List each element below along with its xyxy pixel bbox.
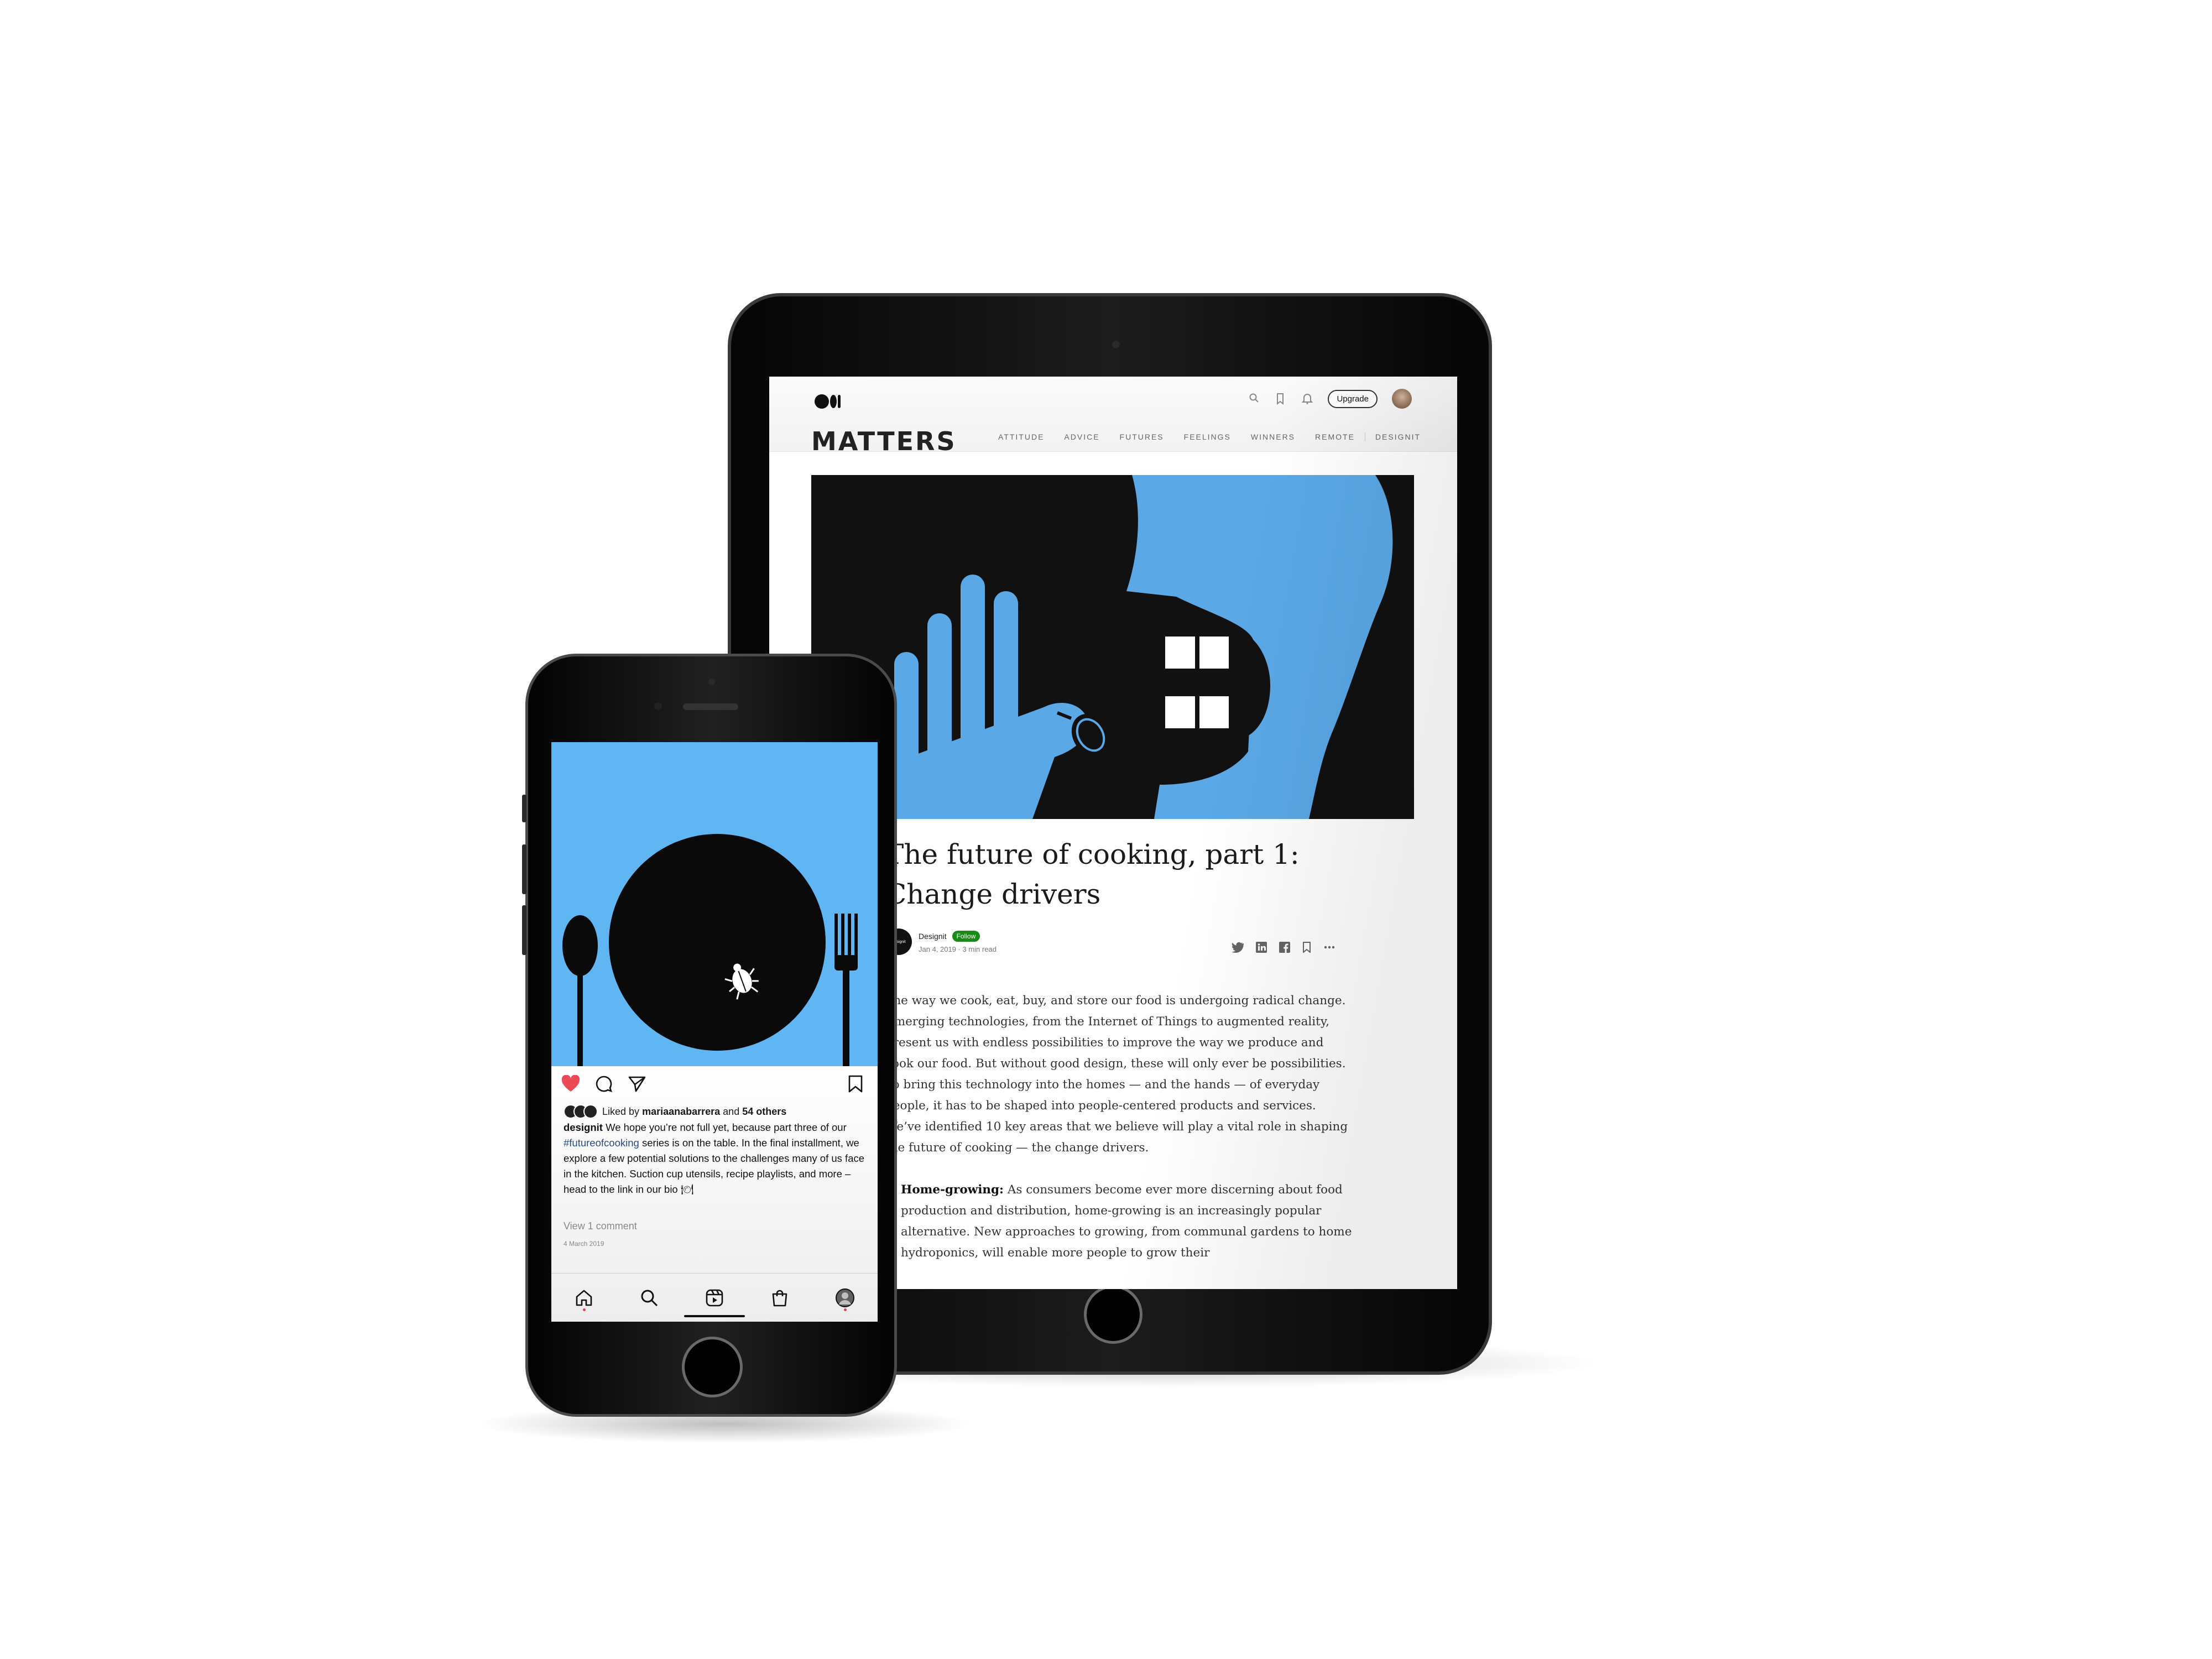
- tablet-camera: [1112, 341, 1120, 348]
- view-comments-link[interactable]: View 1 comment: [564, 1220, 637, 1232]
- article-body: The way we cook, eat, buy, and store our…: [885, 990, 1355, 1264]
- comment-icon[interactable]: [594, 1075, 613, 1095]
- medium-header-actions: Upgrade: [1248, 389, 1412, 409]
- bottom-nav: [551, 1273, 878, 1322]
- tablet-home-button[interactable]: [1084, 1285, 1142, 1344]
- phone-home-button[interactable]: [682, 1337, 743, 1397]
- nav-item-advice[interactable]: ADVICE: [1054, 432, 1109, 441]
- bookmark-icon[interactable]: [1302, 942, 1311, 956]
- nav-item-futures[interactable]: FUTURES: [1110, 432, 1174, 441]
- publication-nav: ATTITUDE ADVICE FUTURES FEELINGS WINNERS…: [988, 432, 1431, 441]
- save-icon[interactable]: [848, 1075, 863, 1095]
- phone-sensor: [708, 679, 715, 685]
- bookmarks-icon[interactable]: [1275, 393, 1287, 405]
- article-title-line-1: The future of cooking, part 1:: [885, 838, 1300, 870]
- profile-icon[interactable]: [834, 1287, 856, 1311]
- instagram-post-screen: Liked by mariaanabarrera and 54 others d…: [551, 742, 878, 1322]
- nav-item-remote[interactable]: REMOTE: [1305, 432, 1365, 441]
- share-icon[interactable]: [628, 1075, 646, 1095]
- shop-icon[interactable]: [769, 1287, 791, 1309]
- article-title-line-2: Change drivers: [885, 878, 1101, 910]
- twitter-icon[interactable]: [1232, 942, 1245, 956]
- article-meta: Jan 4, 2019 · 3 min read: [919, 945, 997, 953]
- phone-volume-down: [522, 905, 526, 955]
- liked-user[interactable]: mariaanabarrera: [642, 1106, 720, 1117]
- post-caption: designit We hope you’re not full yet, be…: [564, 1120, 868, 1197]
- article-intro: The way we cook, eat, buy, and store our…: [885, 994, 1348, 1155]
- caption-hashtag[interactable]: #futureofcooking: [564, 1137, 639, 1149]
- article-title: The future of cooking, part 1: Change dr…: [885, 834, 1383, 914]
- medium-header: Upgrade MATTERS ATTITUDE ADVICE FUTURES …: [769, 377, 1457, 456]
- nav-active-indicator: [684, 1315, 745, 1317]
- phone-volume-up: [522, 844, 526, 894]
- change-driver-item: 1. Home-growing: As consumers become eve…: [885, 1180, 1355, 1264]
- caption-text-1: We hope you’re not full yet, because par…: [606, 1121, 847, 1133]
- likes-and: and: [723, 1105, 740, 1117]
- publication-logo[interactable]: MATTERS: [811, 426, 957, 456]
- search-icon[interactable]: [638, 1287, 660, 1309]
- nav-item-designit[interactable]: DESIGNIT: [1365, 432, 1431, 441]
- more-icon[interactable]: [1323, 942, 1335, 956]
- nav-item-attitude[interactable]: ATTITUDE: [988, 432, 1054, 441]
- phone-front-camera: [654, 702, 662, 710]
- user-avatar[interactable]: [1392, 389, 1412, 409]
- post-action-bar: [551, 1070, 878, 1097]
- linkedin-icon[interactable]: [1256, 942, 1267, 956]
- heart-icon[interactable]: [561, 1074, 580, 1095]
- list-item-heading: Home-growing:: [901, 1183, 1004, 1197]
- article-hero-illustration: [811, 475, 1414, 819]
- caption-username[interactable]: designit: [564, 1121, 603, 1133]
- reels-icon[interactable]: [703, 1287, 726, 1309]
- likes-row: Liked by mariaanabarrera and 54 others: [564, 1104, 786, 1119]
- nav-item-feelings[interactable]: FEELINGS: [1174, 432, 1241, 441]
- phone-device: Liked by mariaanabarrera and 54 others d…: [522, 654, 897, 1417]
- search-icon[interactable]: [1248, 393, 1260, 405]
- post-date: 4 March 2019: [564, 1240, 604, 1248]
- likes-others[interactable]: 54 others: [742, 1106, 786, 1117]
- bell-icon[interactable]: [1301, 393, 1313, 405]
- upgrade-button[interactable]: Upgrade: [1328, 389, 1378, 408]
- medium-logo[interactable]: [815, 394, 841, 409]
- nav-item-winners[interactable]: WINNERS: [1241, 432, 1305, 441]
- follow-button[interactable]: Follow: [952, 930, 980, 942]
- share-icons: [1232, 942, 1335, 956]
- facebook-icon[interactable]: [1279, 942, 1290, 956]
- author-row: Designit Designit Follow Jan 4, 2019 · 3…: [885, 928, 997, 955]
- liker-avatars: [564, 1104, 598, 1119]
- phone-speaker: [683, 703, 738, 710]
- instagram-post-image[interactable]: [551, 742, 878, 1066]
- phone-mute-switch: [522, 795, 526, 822]
- author-name[interactable]: Designit: [919, 932, 947, 941]
- home-icon[interactable]: [573, 1287, 595, 1311]
- likes-prefix: Liked by: [602, 1105, 640, 1117]
